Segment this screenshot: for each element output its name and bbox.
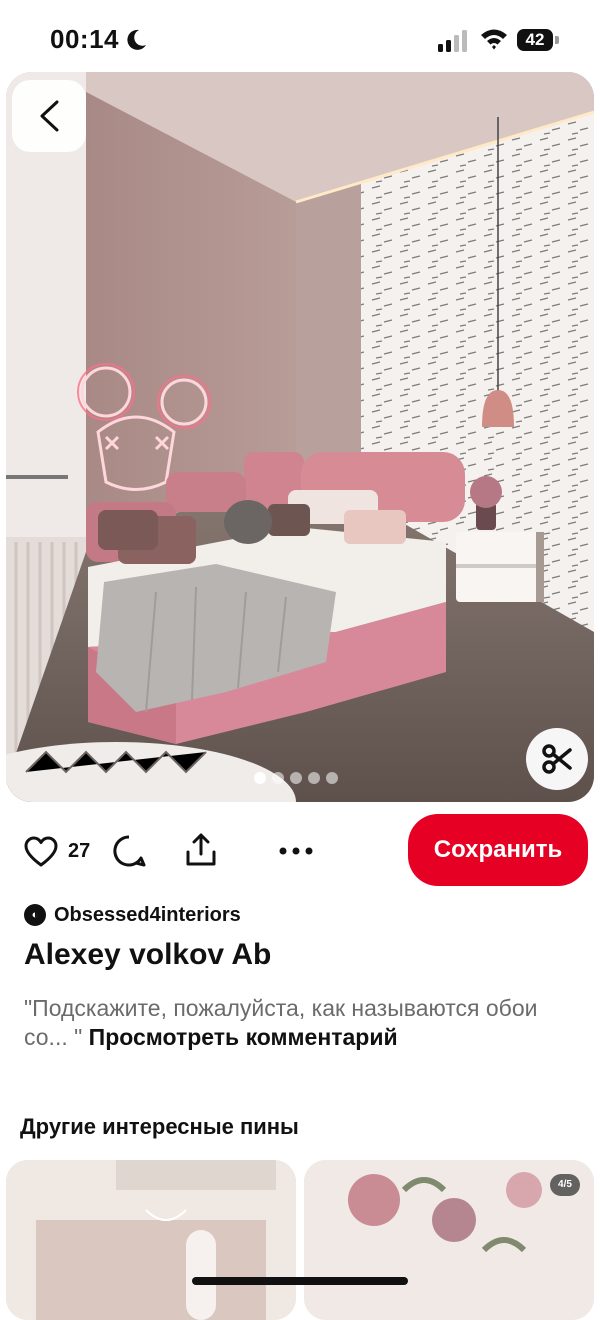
back-chevron-icon <box>40 100 59 132</box>
related-pin-image <box>6 1160 296 1320</box>
carousel-dot[interactable] <box>308 772 320 784</box>
back-button[interactable] <box>12 80 86 152</box>
carousel-dot[interactable] <box>326 772 338 784</box>
scissors-icon <box>542 744 572 774</box>
action-bar: 27 Сохранить <box>0 814 600 886</box>
more-icon[interactable] <box>278 846 314 856</box>
room-illustration <box>6 72 594 802</box>
carousel-dot[interactable] <box>272 772 284 784</box>
author-name[interactable]: Obsessed4interiors <box>54 904 241 927</box>
related-pin-card[interactable] <box>6 1160 296 1320</box>
heart-icon[interactable] <box>24 836 58 868</box>
signal-icon <box>438 30 467 52</box>
status-bar: 00:14 42 <box>0 0 600 72</box>
battery-cap <box>555 36 559 44</box>
carousel-dot[interactable] <box>254 772 266 784</box>
wifi-icon <box>481 29 507 50</box>
home-indicator[interactable] <box>192 1277 408 1285</box>
visual-search-button[interactable] <box>526 728 588 790</box>
share-icon[interactable] <box>184 832 218 868</box>
comment-icon[interactable] <box>112 834 146 868</box>
author-row[interactable]: ◐ Obsessed4interiors <box>24 902 241 928</box>
related-pin-card[interactable]: 4/5 <box>304 1160 594 1320</box>
image-count-badge: 4/5 <box>550 1174 580 1196</box>
pin-image[interactable] <box>6 72 594 802</box>
more-pins-title: Другие интересные пины <box>20 1114 299 1139</box>
moon-icon <box>127 29 146 50</box>
carousel-dots <box>254 772 338 784</box>
status-time: 00:14 <box>50 24 119 54</box>
comment-preview[interactable]: "Подскажите, пожалуйста, как называются … <box>24 994 584 1052</box>
battery-icon: 42 <box>517 29 553 51</box>
save-button[interactable]: Сохранить <box>408 814 588 886</box>
like-count: 27 <box>68 840 91 862</box>
view-comment-link[interactable]: Просмотреть комментарий <box>89 1024 398 1050</box>
carousel-dot[interactable] <box>290 772 302 784</box>
author-avatar: ◐ <box>24 904 46 926</box>
pin-title: Alexey volkov Ab <box>24 938 272 971</box>
